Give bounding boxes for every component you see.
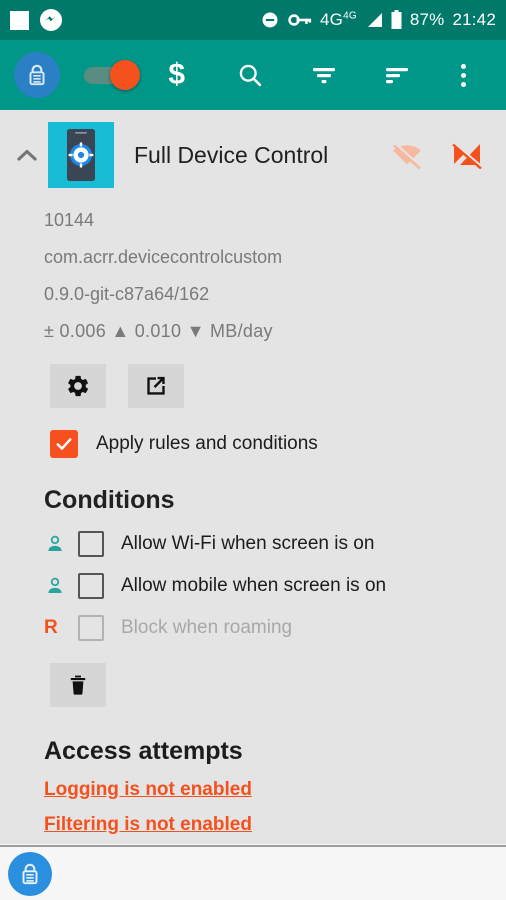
sort-icon[interactable] <box>361 40 435 110</box>
status-bar: 4G4G 87% 21:42 <box>0 0 506 40</box>
app-uid: 10144 <box>44 210 95 230</box>
condition-checkbox-block-roaming <box>78 615 104 641</box>
apply-rules-row[interactable]: Apply rules and conditions <box>0 408 506 458</box>
apply-rules-label: Apply rules and conditions <box>96 433 318 454</box>
clear-action-row <box>0 641 506 707</box>
bottom-bar <box>0 845 506 900</box>
clock: 21:42 <box>452 10 496 29</box>
vpn-key-icon <box>288 14 312 26</box>
trash-icon[interactable] <box>50 663 106 707</box>
white-square-icon <box>10 10 29 30</box>
wifi-off-icon[interactable] <box>390 141 424 169</box>
condition-row-mobile-screen-on[interactable]: Allow mobile when screen is on <box>0 557 506 599</box>
network-type-label: 4G4G <box>320 10 357 29</box>
app-action-buttons <box>0 350 506 408</box>
master-toggle[interactable] <box>84 60 140 90</box>
dollar-icon[interactable]: $ <box>140 40 214 110</box>
condition-checkbox-mobile-screen-on[interactable] <box>78 573 104 599</box>
lock-badge-icon[interactable] <box>14 52 60 98</box>
person-icon <box>44 575 78 597</box>
app-metadata: 10144 com.acrr.devicecontrolcustom 0.9.0… <box>0 198 506 350</box>
messenger-icon <box>40 9 62 31</box>
app-icon-device-control <box>48 122 114 188</box>
app-data-usage: ± 0.006 ▲ 0.010 ▼ MB/day <box>44 321 273 341</box>
app-version: 0.9.0-git-c87a64/162 <box>44 284 210 304</box>
app-package: com.acrr.devicecontrolcustom <box>44 247 283 267</box>
chevron-up-icon[interactable] <box>6 141 48 169</box>
app-toolbar: $ <box>0 40 506 110</box>
toggle-thumb <box>110 60 140 90</box>
status-bar-right: 4G4G 87% 21:42 <box>260 10 496 30</box>
mobile-data-off-icon[interactable] <box>450 141 484 169</box>
condition-checkbox-wifi-screen-on[interactable] <box>78 531 104 557</box>
lock-app-icon[interactable] <box>8 851 52 896</box>
condition-row-block-roaming: R Block when roaming <box>0 599 506 641</box>
filtering-warning-link[interactable]: Filtering is not enabled <box>0 801 506 836</box>
do-not-disturb-icon <box>262 12 278 28</box>
access-attempts-heading: Access attempts <box>44 737 243 765</box>
condition-label-wifi-screen-on: Allow Wi-Fi when screen is on <box>121 533 375 554</box>
apply-rules-checkbox[interactable] <box>50 430 78 458</box>
signal-bars-icon <box>367 13 382 27</box>
logging-warning-link[interactable]: Logging is not enabled <box>0 766 506 801</box>
condition-label-mobile-screen-on: Allow mobile when screen is on <box>121 575 387 596</box>
gear-icon[interactable] <box>50 364 106 408</box>
app-detail-panel: Full Device Control 10144 com.acrr.devic… <box>0 110 506 845</box>
app-header-row[interactable]: Full Device Control <box>0 110 506 198</box>
network-status-icons <box>390 141 492 169</box>
page-title: Full Device Control <box>134 141 329 168</box>
battery-percent: 87% <box>409 10 445 29</box>
roaming-marker-icon: R <box>44 617 58 638</box>
conditions-heading: Conditions <box>44 486 175 514</box>
overflow-dots <box>460 63 466 87</box>
filter-icon[interactable] <box>287 40 361 110</box>
search-icon[interactable] <box>214 40 288 110</box>
person-icon <box>44 533 78 555</box>
overflow-menu-icon[interactable] <box>434 40 492 110</box>
condition-row-wifi-screen-on[interactable]: Allow Wi-Fi when screen is on <box>0 515 506 557</box>
open-external-icon[interactable] <box>128 364 184 408</box>
status-bar-left <box>10 8 63 32</box>
condition-label-block-roaming: Block when roaming <box>121 617 293 638</box>
app-screen: 4G4G 87% 21:42 $ Full Device Control 101… <box>0 0 506 900</box>
battery-icon <box>391 10 402 29</box>
